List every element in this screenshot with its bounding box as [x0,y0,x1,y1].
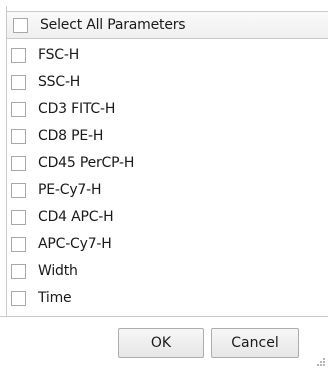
parameter-checkbox[interactable] [11,182,26,198]
parameter-checkbox[interactable] [11,263,26,279]
parameter-label: FSC-H [38,47,80,63]
parameter-checkbox[interactable] [11,47,26,63]
parameter-checkbox[interactable] [11,128,26,144]
parameter-row-apc-cy7-h[interactable]: APC-Cy7-H [7,231,112,257]
footer-divider [0,316,328,317]
parameter-row-cd3-fitc-h[interactable]: CD3 FITC-H [7,96,115,122]
parameter-label: Width [38,263,78,279]
parameter-row-pe-cy7-h[interactable]: PE-Cy7-H [7,177,101,203]
parameter-row-cd4-apc-h[interactable]: CD4 APC-H [7,204,114,230]
parameter-row-ssc-h[interactable]: SSC-H [7,69,80,95]
parameter-label: CD8 PE-H [38,128,104,144]
parameter-row-fsc-h[interactable]: FSC-H [7,42,79,68]
parameter-row-time[interactable]: Time [7,285,72,311]
parameter-checkbox[interactable] [11,155,26,171]
parameter-label: Time [38,290,72,306]
parameter-label: CD45 PerCP-H [38,155,135,171]
select-all-label: Select All Parameters [40,17,186,33]
resize-grip-icon[interactable] [316,357,326,367]
parameter-label: CD3 FITC-H [38,101,116,117]
select-all-row[interactable]: Select All Parameters [6,11,328,39]
parameter-label: PE-Cy7-H [38,182,102,198]
cancel-button[interactable]: Cancel [211,328,299,358]
parameter-row-width[interactable]: Width [7,258,78,284]
parameter-checkbox[interactable] [11,74,26,90]
parameter-selection-dialog: Select All Parameters FSC-H SSC-H CD3 FI… [0,0,328,369]
parameter-label: CD4 APC-H [38,209,114,225]
parameter-list: Select All Parameters FSC-H SSC-H CD3 FI… [6,6,328,316]
parameter-checkbox[interactable] [11,209,26,225]
parameter-checkbox[interactable] [11,101,26,117]
parameter-row-cd45-percp-h[interactable]: CD45 PerCP-H [7,150,134,176]
parameter-checkbox[interactable] [11,290,26,306]
parameter-label: APC-Cy7-H [38,236,112,252]
parameter-label: SSC-H [38,74,81,90]
ok-button[interactable]: OK [118,328,204,358]
select-all-checkbox[interactable] [13,17,28,33]
parameter-checkbox[interactable] [11,236,26,252]
parameter-row-cd8-pe-h[interactable]: CD8 PE-H [7,123,103,149]
